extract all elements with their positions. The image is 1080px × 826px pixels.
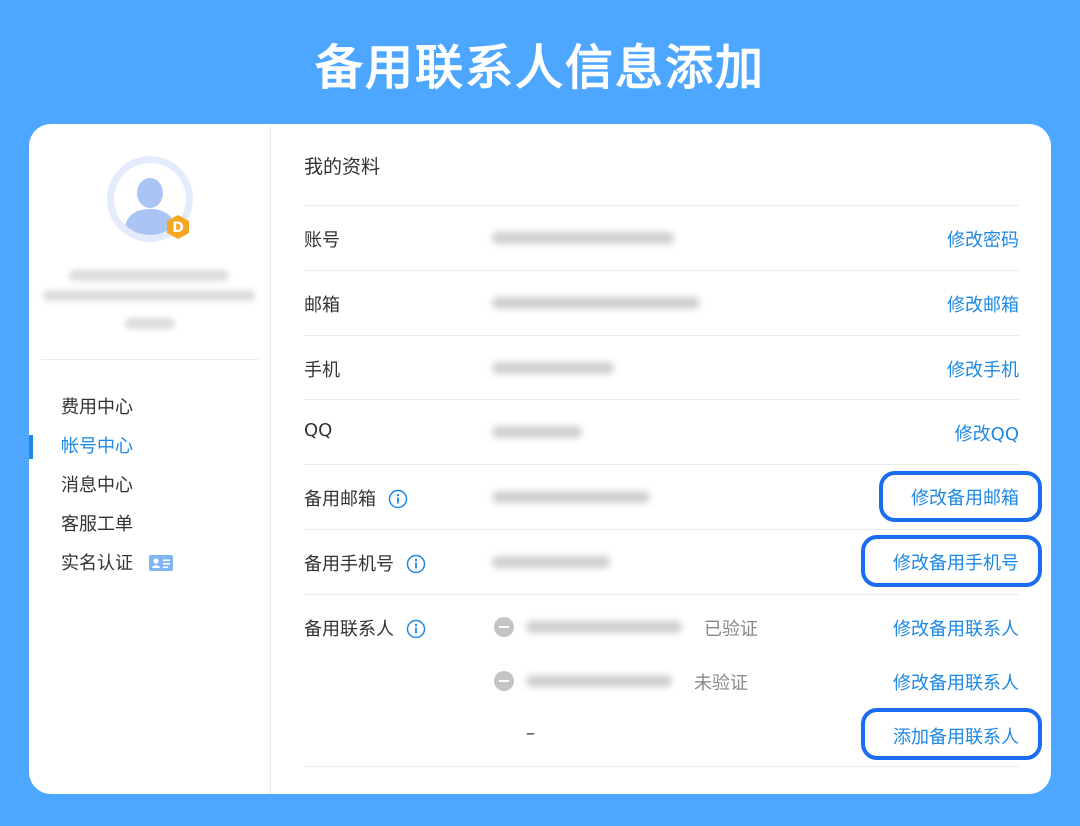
sidebar-item-account[interactable]: 帐号中心: [29, 427, 270, 466]
redacted-contact-email: [526, 675, 672, 687]
info-icon[interactable]: [406, 554, 426, 574]
profile-row-backup-contacts: 备用联系人 已验证 修改备用联系人 未验证 修改备用联系人 – 添加备用联系人: [304, 594, 1019, 767]
row-label-text: 备用联系人: [304, 619, 394, 640]
banner-title: 备用联系人信息添加: [314, 40, 765, 96]
developer-badge-icon: D: [167, 215, 189, 239]
redacted-user-org: [43, 290, 255, 301]
sidebar-item-label: 实名认证: [61, 553, 133, 574]
change-backup-contact-link[interactable]: 修改备用联系人: [893, 615, 1019, 641]
row-label: 备用手机号: [304, 550, 426, 576]
redacted-value: [492, 232, 674, 244]
profile-row-backup-phone: 备用手机号 修改备用手机号: [304, 529, 1019, 594]
change-phone-link[interactable]: 修改手机: [947, 356, 1019, 382]
contact-status: 已验证: [704, 619, 758, 640]
sidebar-menu: 费用中心 帐号中心 消息中心 客服工单 实名认证: [29, 388, 270, 583]
change-qq-link[interactable]: 修改QQ: [955, 420, 1019, 446]
redacted-value: [492, 556, 610, 568]
profile-row-email: 邮箱 修改邮箱: [304, 270, 1019, 335]
remove-contact-icon[interactable]: [494, 617, 514, 637]
change-password-link[interactable]: 修改密码: [947, 226, 1019, 252]
change-backup-email-link[interactable]: 修改备用邮箱: [911, 484, 1019, 510]
redacted-value: [492, 426, 582, 438]
change-backup-phone-link[interactable]: 修改备用手机号: [893, 549, 1019, 575]
sidebar: D 费用中心 帐号中心 消息中心 客服工单 实名认证: [29, 124, 271, 794]
add-backup-contact-link[interactable]: 添加备用联系人: [893, 723, 1019, 749]
sidebar-item-messages[interactable]: 消息中心: [29, 466, 270, 505]
info-icon[interactable]: [388, 489, 408, 509]
sidebar-item-label: 费用中心: [61, 397, 133, 418]
profile-main: 我的资料 账号 修改密码 邮箱 修改邮箱 手机 修改手机 QQ 修改QQ 备用邮…: [304, 124, 1019, 794]
remove-contact-icon[interactable]: [494, 671, 514, 691]
row-label: 邮箱: [304, 295, 340, 316]
row-label-text: 备用手机号: [304, 554, 394, 575]
empty-contact-placeholder: –: [526, 723, 535, 744]
row-label-text: 备用邮箱: [304, 489, 376, 510]
id-card-icon: [148, 554, 173, 571]
row-label: 账号: [304, 230, 340, 251]
redacted-user-email: [69, 270, 229, 281]
profile-row-account: 账号 修改密码: [304, 205, 1019, 270]
profile-row-qq: QQ 修改QQ: [304, 399, 1019, 464]
sidebar-item-label: 消息中心: [61, 475, 133, 496]
sidebar-divider: [41, 359, 258, 360]
row-label: 备用联系人: [304, 615, 426, 641]
change-backup-contact-link[interactable]: 修改备用联系人: [893, 669, 1019, 695]
sidebar-item-billing[interactable]: 费用中心: [29, 388, 270, 427]
redacted-contact-email: [526, 621, 682, 633]
profile-row-phone: 手机 修改手机: [304, 335, 1019, 400]
row-label: 手机: [304, 360, 340, 381]
badge-letter: D: [172, 220, 184, 236]
redacted-value: [492, 491, 650, 503]
contact-status: 未验证: [694, 673, 748, 694]
sidebar-item-tickets[interactable]: 客服工单: [29, 505, 270, 544]
redacted-value: [492, 362, 614, 374]
profile-row-backup-email: 备用邮箱 修改备用邮箱: [304, 464, 1019, 529]
info-icon[interactable]: [406, 619, 426, 639]
section-title: 我的资料: [304, 156, 381, 178]
redacted-value: [492, 297, 700, 309]
row-label: QQ: [304, 420, 333, 441]
sidebar-item-label: 帐号中心: [61, 436, 133, 457]
change-email-link[interactable]: 修改邮箱: [947, 291, 1019, 317]
profile-card: D 费用中心 帐号中心 消息中心 客服工单 实名认证 我的资料 账号 修改密码 …: [29, 124, 1051, 794]
sidebar-item-label: 客服工单: [61, 514, 133, 535]
sidebar-item-verification[interactable]: 实名认证: [29, 544, 270, 583]
redacted-user-role: [125, 318, 175, 329]
row-label: 备用邮箱: [304, 485, 408, 511]
